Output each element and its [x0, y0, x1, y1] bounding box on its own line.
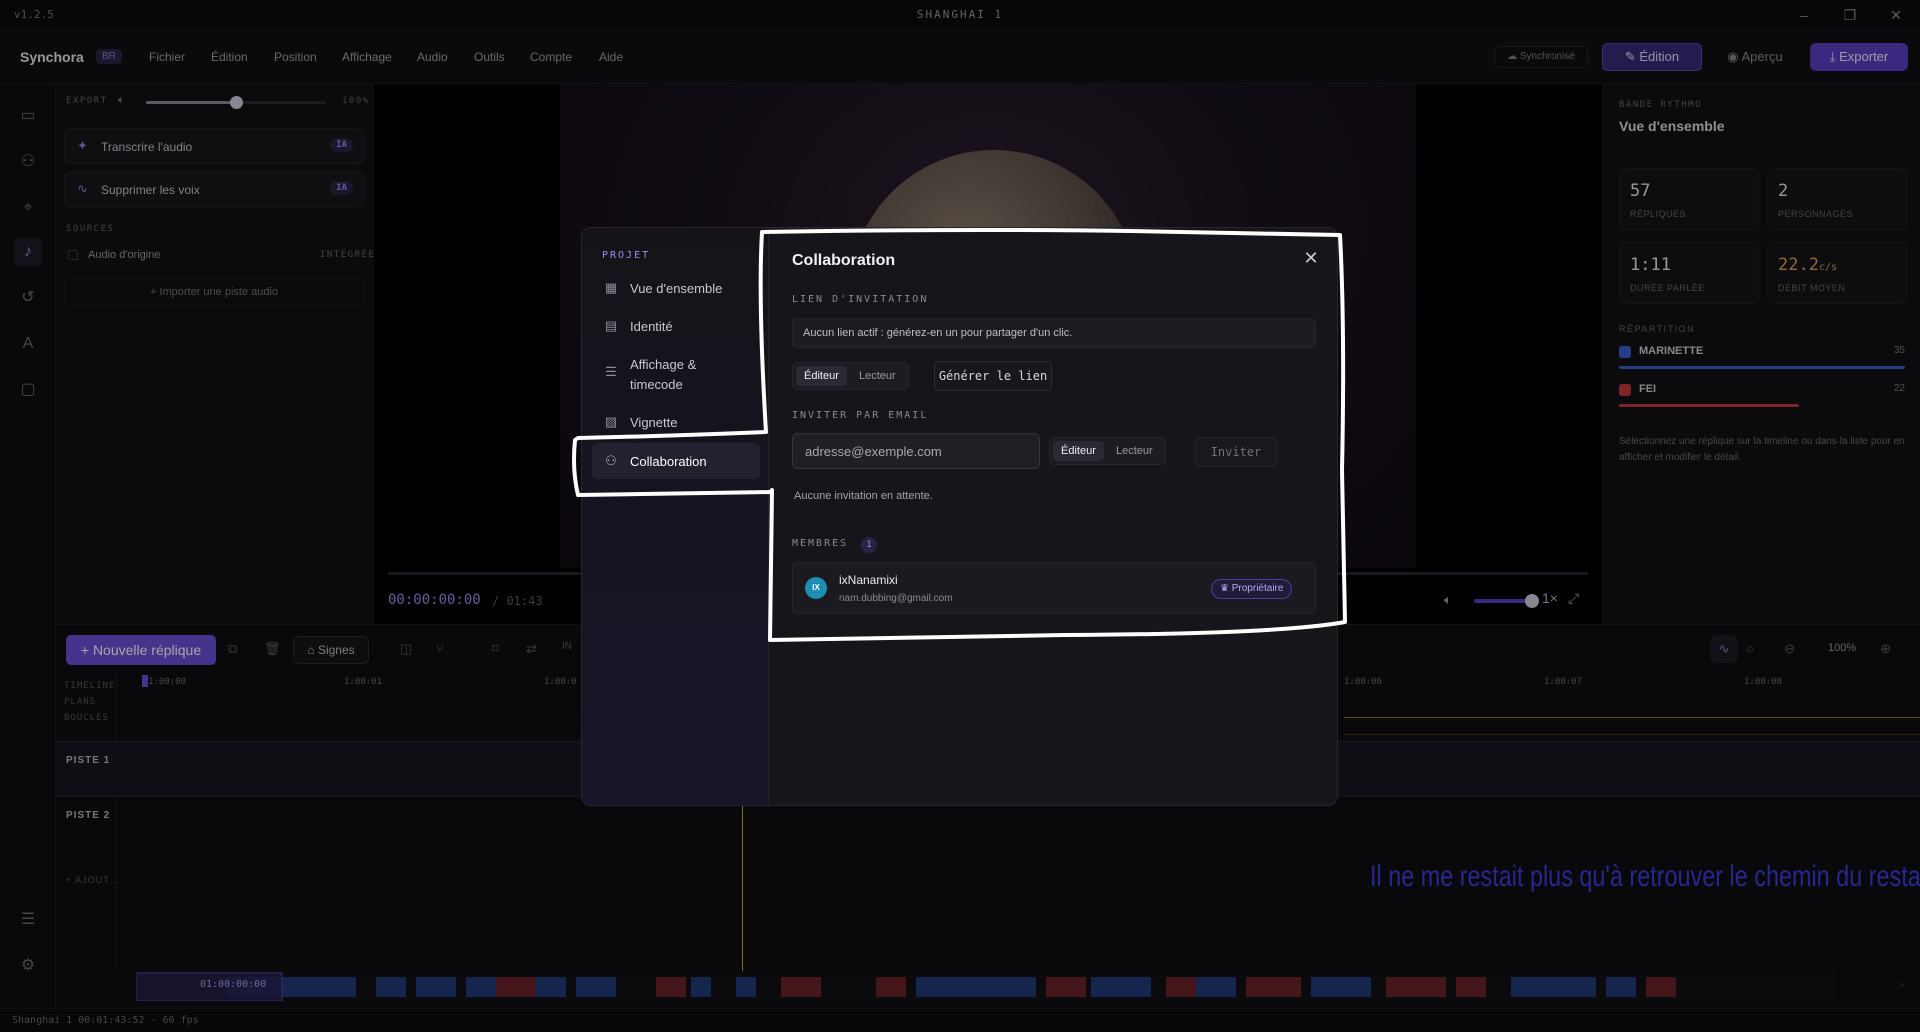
member-card: IX ixNanamixi nam.dubbing@gmail.com ♛ Pr…: [792, 562, 1316, 614]
grid-icon: ▦: [604, 280, 618, 295]
invite-button[interactable]: Inviter: [1195, 437, 1277, 467]
close-icon[interactable]: ✕: [1299, 246, 1323, 270]
nav-item-collaboration[interactable]: ⚇ Collaboration: [592, 443, 760, 479]
modal-navigation: PROJET ▦ Vue d'ensemble ▤ Identité ☰ Aff…: [582, 228, 769, 805]
email-input[interactable]: [792, 433, 1040, 469]
users-icon: ⚇: [605, 453, 617, 468]
role-editor-option[interactable]: Éditeur: [796, 366, 847, 386]
modal-title: Collaboration: [792, 252, 896, 269]
nav-item-overview[interactable]: ▦ Vue d'ensemble: [592, 270, 760, 306]
generate-link-button[interactable]: Générer le lien: [934, 361, 1052, 391]
owner-label: Propriétaire: [1231, 583, 1284, 594]
nav-label: Vue d'ensemble: [630, 281, 723, 296]
nav-heading: PROJET: [602, 250, 651, 261]
sliders-icon: ☰: [605, 364, 617, 379]
link-role-selector: Éditeur Lecteur: [792, 362, 909, 390]
nav-item-thumbnail[interactable]: ▨ Vignette: [592, 404, 760, 440]
avatar: IX: [805, 577, 827, 599]
email-role-selector: Éditeur Lecteur: [1049, 437, 1166, 465]
members-label: MEMBRES: [792, 538, 849, 549]
modal-content: Collaboration ✕ LIEN D'INVITATION Aucun …: [769, 228, 1337, 805]
nav-label: Identité: [630, 319, 673, 334]
no-pending-invites: Aucune invitation en attente.: [794, 490, 933, 502]
invite-email-label: INVITER PAR EMAIL: [792, 410, 929, 421]
nav-label: Affichage & timecode: [630, 357, 697, 392]
crown-icon: ♛: [1220, 583, 1232, 594]
nav-item-identity[interactable]: ▤ Identité: [592, 308, 760, 344]
nav-label: Vignette: [630, 415, 678, 430]
image-icon: ▨: [604, 414, 618, 429]
invite-link-label: LIEN D'INVITATION: [792, 294, 929, 305]
role-reader-option[interactable]: Lecteur: [851, 366, 904, 386]
role-editor-option[interactable]: Éditeur: [1053, 441, 1104, 461]
member-name: ixNanamixi: [839, 573, 898, 587]
invite-link-field[interactable]: Aucun lien actif : générez-en un pour pa…: [792, 318, 1316, 348]
nav-item-display-timecode[interactable]: ☰ Affichage & timecode: [592, 346, 760, 402]
invite-link-text: Aucun lien actif : générez-en un pour pa…: [803, 327, 1073, 339]
nav-label: Collaboration: [630, 454, 707, 469]
role-reader-option[interactable]: Lecteur: [1108, 441, 1161, 461]
member-email: nam.dubbing@gmail.com: [839, 593, 953, 604]
id-card-icon: ▤: [604, 318, 618, 333]
members-count-badge: 1: [861, 537, 877, 553]
owner-badge: ♛ Propriétaire: [1211, 579, 1293, 599]
project-settings-modal: PROJET ▦ Vue d'ensemble ▤ Identité ☰ Aff…: [581, 227, 1338, 806]
